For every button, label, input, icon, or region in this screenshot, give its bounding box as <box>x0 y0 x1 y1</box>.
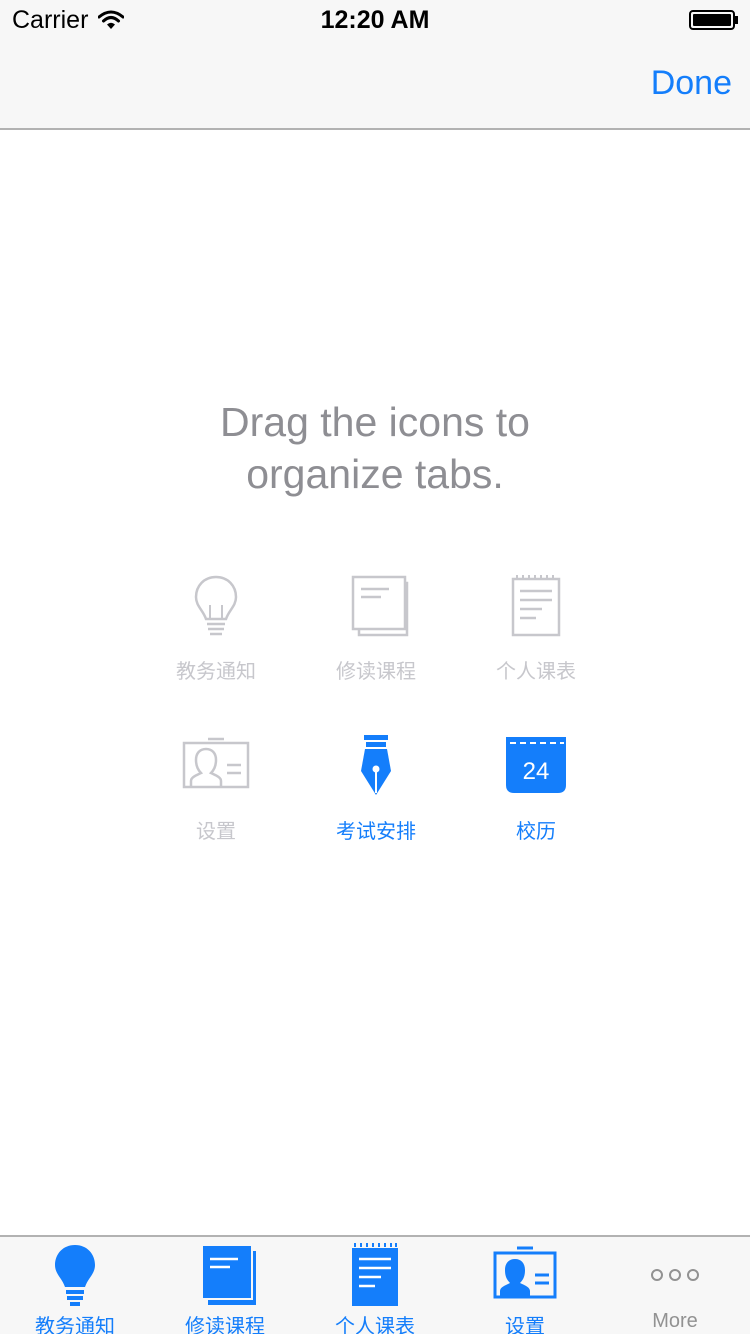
battery-icon <box>689 10 738 30</box>
id-card-icon <box>182 737 250 789</box>
calendar-day: 24 <box>523 758 550 785</box>
tab-label: More <box>652 1310 698 1332</box>
more-dots-icon <box>651 1269 699 1281</box>
fountain-pen-icon <box>361 735 391 795</box>
grid-item-timetable[interactable]: 个人课表 <box>466 575 606 685</box>
customize-tabs-screen: Carrier 12:20 AM Done Drag the icons to … <box>0 0 750 1334</box>
tab-more[interactable]: More <box>600 1237 750 1334</box>
tab-label: 个人课表 <box>335 1316 415 1334</box>
grid-item-label: 修读课程 <box>336 661 416 683</box>
documents-icon <box>201 1244 256 1305</box>
calendar-icon: 24 <box>506 737 566 793</box>
grid-item-notices[interactable]: 教务通知 <box>146 575 286 685</box>
lightbulb-icon <box>194 575 238 636</box>
tab-label: 教务通知 <box>35 1316 115 1334</box>
tab-settings[interactable]: 设置 <box>450 1237 600 1334</box>
instructions-line-1: Drag the icons to <box>220 399 530 445</box>
tab-courses[interactable]: 修读课程 <box>150 1237 300 1334</box>
instructions-line-2: organize tabs. <box>246 451 504 497</box>
grid-item-settings[interactable]: 设置 <box>146 735 286 845</box>
notepad-icon <box>352 1243 398 1306</box>
tab-bar: 教务通知 修读课程 个人课表 设置 More <box>0 1235 750 1334</box>
id-card-icon <box>493 1246 557 1299</box>
status-time: 12:20 AM <box>320 6 430 34</box>
tab-notices[interactable]: 教务通知 <box>0 1237 150 1334</box>
grid-item-exams[interactable]: 考试安排 <box>306 735 446 845</box>
grid-item-label: 个人课表 <box>496 661 576 683</box>
grid-item-label: 教务通知 <box>176 661 256 683</box>
grid-item-calendar[interactable]: 24 校历 <box>466 735 606 845</box>
instructions-text: Drag the icons to organize tabs. <box>0 396 750 500</box>
tab-label: 修读课程 <box>185 1316 265 1334</box>
done-button[interactable]: Done <box>651 64 732 103</box>
lightbulb-icon <box>55 1245 95 1306</box>
navigation-bar: Carrier 12:20 AM Done <box>0 0 750 130</box>
grid-item-label: 校历 <box>516 821 556 843</box>
documents-icon <box>351 575 409 637</box>
grid-item-label: 设置 <box>196 821 236 843</box>
notepad-icon <box>511 575 561 637</box>
grid-item-label: 考试安排 <box>336 821 416 843</box>
grid-item-courses[interactable]: 修读课程 <box>306 575 446 685</box>
tab-timetable[interactable]: 个人课表 <box>300 1237 450 1334</box>
tab-label: 设置 <box>505 1316 545 1334</box>
